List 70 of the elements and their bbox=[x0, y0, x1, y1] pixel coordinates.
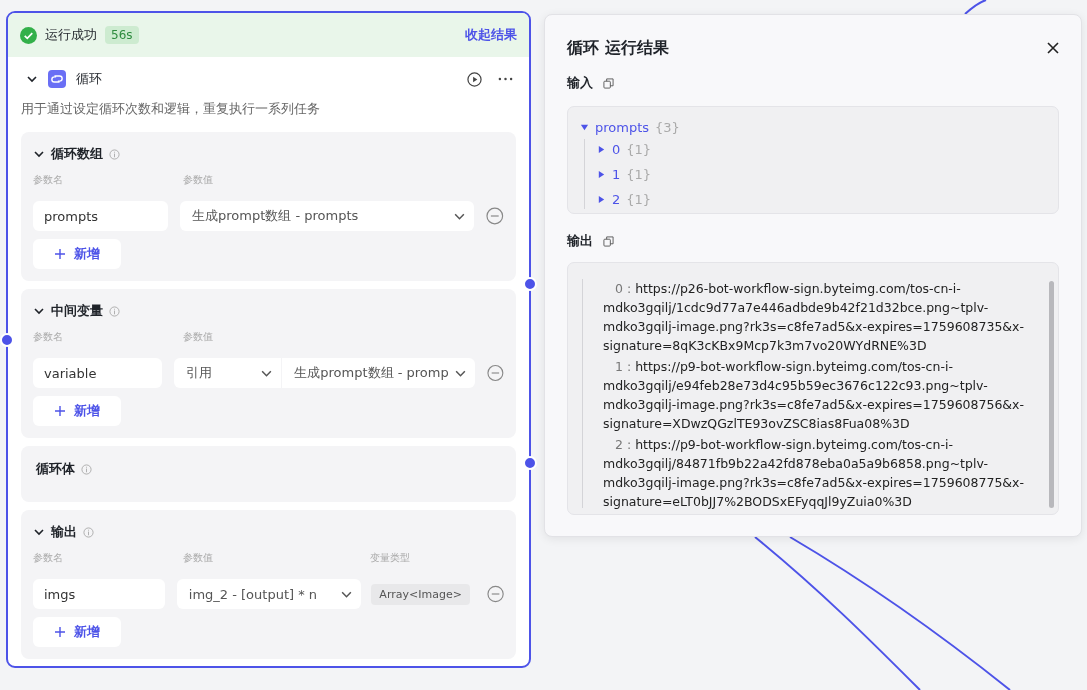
loop-icon bbox=[48, 70, 66, 88]
column-header: 参数值 bbox=[183, 174, 214, 187]
collapse-results-link[interactable]: 收起结果 bbox=[465, 26, 517, 44]
tree-key[interactable]: 2 bbox=[612, 191, 621, 207]
type-tag: Array<Image> bbox=[371, 583, 470, 605]
more-icon[interactable] bbox=[498, 77, 513, 81]
plus-icon bbox=[54, 626, 66, 638]
chevron-icon[interactable] bbox=[33, 526, 45, 538]
param-name-field[interactable]: variable bbox=[33, 358, 163, 388]
column-header: 参数值 bbox=[183, 331, 214, 344]
param-value-select[interactable]: 生成prompt数组 - prompts bbox=[180, 201, 475, 231]
tree-key[interactable]: prompts bbox=[595, 119, 650, 135]
column-header: 参数名 bbox=[33, 174, 64, 187]
plus-icon bbox=[54, 248, 66, 260]
node-title: 循环 bbox=[76, 70, 102, 88]
status-label: 运行成功 bbox=[45, 26, 97, 44]
item-count: {3} bbox=[655, 119, 680, 135]
success-check-icon bbox=[20, 26, 37, 44]
section-title: 循环数组 bbox=[51, 145, 103, 163]
item-count: {1} bbox=[626, 166, 652, 182]
section-title: 中间变量 bbox=[51, 302, 103, 320]
value-mode-select[interactable]: 引用 bbox=[174, 358, 282, 388]
param-name-field[interactable]: prompts bbox=[33, 201, 168, 231]
tree-toggle-icon[interactable] bbox=[597, 144, 606, 154]
close-icon[interactable] bbox=[1047, 42, 1059, 54]
param-name-field[interactable]: imgs bbox=[33, 579, 165, 609]
remove-icon[interactable] bbox=[487, 364, 504, 382]
node-description: 用于通过设定循环次数和逻辑，重复执行一系列任务 bbox=[20, 100, 321, 118]
copy-icon[interactable] bbox=[603, 235, 614, 247]
column-header: 变量类型 bbox=[370, 552, 411, 565]
scrollbar[interactable] bbox=[1049, 281, 1054, 508]
param-value-select[interactable]: 生成prompt数组 - promp bbox=[282, 358, 476, 388]
column-header: 参数值 bbox=[183, 552, 214, 565]
play-icon[interactable] bbox=[467, 71, 482, 87]
chevron-icon[interactable] bbox=[33, 148, 45, 160]
tree-toggle-icon[interactable] bbox=[580, 122, 589, 132]
chevron-icon[interactable] bbox=[33, 305, 45, 317]
chevron-icon[interactable] bbox=[26, 73, 38, 85]
column-header: 参数名 bbox=[33, 552, 64, 565]
panel-title: 循环 运行结果 bbox=[567, 37, 669, 59]
input-port[interactable] bbox=[0, 333, 14, 347]
column-header: 参数名 bbox=[33, 331, 64, 344]
output-label: 输出 bbox=[567, 232, 593, 250]
remove-icon[interactable] bbox=[486, 585, 504, 603]
output-port[interactable] bbox=[523, 456, 537, 470]
remove-icon[interactable] bbox=[486, 207, 504, 225]
input-label: 输入 bbox=[567, 74, 593, 92]
param-value-select[interactable]: img_2 - [output] * n bbox=[176, 579, 362, 609]
connector-line bbox=[964, 0, 987, 15]
add-button[interactable]: 新增 bbox=[33, 239, 121, 269]
plus-icon bbox=[54, 405, 66, 417]
item-count: {1} bbox=[626, 141, 652, 157]
info-icon bbox=[81, 463, 92, 475]
add-button[interactable]: 新增 bbox=[33, 396, 121, 426]
add-button[interactable]: 新增 bbox=[33, 617, 121, 647]
duration-badge: 56s bbox=[105, 26, 139, 44]
tree-toggle-icon[interactable] bbox=[597, 169, 606, 179]
output-port[interactable] bbox=[523, 277, 537, 291]
info-icon bbox=[109, 148, 120, 160]
copy-icon[interactable] bbox=[603, 77, 614, 89]
tree-key[interactable]: 1 bbox=[612, 166, 621, 182]
section-title: 输出 bbox=[51, 523, 77, 541]
tree-key[interactable]: 0 bbox=[612, 141, 621, 157]
item-count: {1} bbox=[626, 191, 652, 207]
section-title: 循环体 bbox=[36, 460, 75, 478]
tree-toggle-icon[interactable] bbox=[597, 194, 606, 204]
output-url-entry: 2 : https://p9-bot-workflow-sign.byteimg.com/tos-cn-i-mdko3gqilj/84871fb9b22a42fd878eba0a5a9b6858.png~tplv-mdko3gqilj-image.png?rk3s=c8fe7ad5&x-expires=1759608775&x-signature=eLT0bJJ7%2BODSxEFyqqJl9yZuia0%3D bbox=[603, 436, 1026, 511]
loop-node-card[interactable]: 运行成功 56s 收起结果 循环 用于通过设定循环次数和逻辑，重复执行一系列任务 循环数组 参数名 参数值 prompts 生成prompt数组 - prompts 新增 中间变量 参数名 参数值 variable 引用 生成prompt数组 - promp 新增 循环体 输出 参数名 参数值 变量类型 imgs img_2 - [output] * n Array<Image> 新增 bbox=[6, 11, 531, 668]
info-icon bbox=[109, 305, 120, 317]
info-icon bbox=[83, 526, 94, 538]
